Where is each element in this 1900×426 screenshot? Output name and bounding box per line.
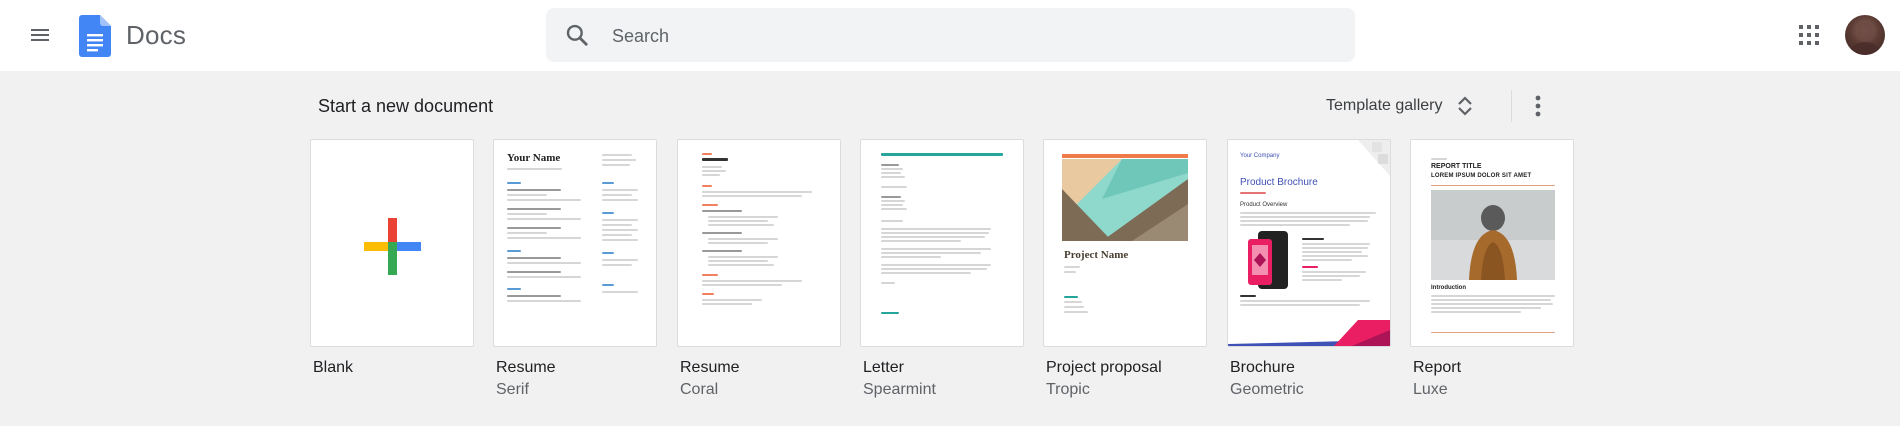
- template-resume-coral[interactable]: Resume Coral: [677, 139, 843, 399]
- preview-geometric-footer: [1228, 320, 1390, 346]
- template-subtitle: Serif: [496, 381, 529, 398]
- unfold-more-icon: [1457, 96, 1472, 116]
- preview-phone-image: [1248, 231, 1288, 289]
- preview-heading: Your Name: [507, 152, 561, 164]
- app-title[interactable]: Docs: [126, 20, 186, 51]
- template-brochure-geometric[interactable]: Your Company Product Brochure Product Ov…: [1227, 139, 1393, 399]
- template-name: Letter: [863, 359, 904, 376]
- template-subtitle: Luxe: [1413, 381, 1448, 398]
- template-project-proposal-tropic[interactable]: Project Name Project proposal Tropic: [1043, 139, 1209, 399]
- preview-heading: Project Name: [1064, 249, 1129, 261]
- template-gallery-button[interactable]: Template gallery: [1326, 88, 1475, 124]
- preview-heading: Product Brochure: [1240, 177, 1318, 188]
- template-subtitle: Geometric: [1230, 381, 1304, 398]
- preview-section: Product Overview: [1240, 202, 1288, 208]
- search-input[interactable]: [610, 8, 1334, 64]
- preview-company: Your Company: [1240, 153, 1280, 159]
- template-thumbnail[interactable]: Project Name: [1043, 139, 1207, 347]
- template-thumbnail[interactable]: [860, 139, 1024, 347]
- docs-logo-icon[interactable]: [79, 15, 111, 57]
- template-thumbnail[interactable]: [677, 139, 841, 347]
- top-bar: Docs: [0, 0, 1900, 71]
- preview-photo: [1431, 190, 1555, 280]
- template-thumbnail[interactable]: [310, 139, 474, 347]
- preview-heading: REPORT TITLE: [1431, 163, 1482, 170]
- plus-icon: [364, 218, 421, 275]
- template-resume-serif[interactable]: Your Name Resume Serif: [493, 139, 659, 399]
- template-blank[interactable]: Blank: [310, 139, 476, 381]
- template-subtitle: Tropic: [1046, 381, 1090, 398]
- template-gallery-label: Template gallery: [1326, 97, 1443, 114]
- account-avatar[interactable]: [1845, 15, 1885, 55]
- preview-section: Introduction: [1431, 285, 1466, 291]
- template-letter-spearmint[interactable]: Letter Spearmint: [860, 139, 1026, 399]
- search-bar[interactable]: [546, 8, 1355, 64]
- main-menu-button[interactable]: [18, 15, 62, 55]
- header-divider: [1511, 90, 1512, 122]
- template-thumbnail[interactable]: Your Name: [493, 139, 657, 347]
- apps-grid-icon[interactable]: [1794, 20, 1824, 50]
- template-subtitle: Spearmint: [863, 381, 936, 398]
- template-report-luxe[interactable]: REPORT TITLE LOREM IPSUM DOLOR SIT AMET …: [1410, 139, 1576, 399]
- section-title: Start a new document: [318, 96, 494, 116]
- template-thumbnail[interactable]: Your Company Product Brochure Product Ov…: [1227, 139, 1391, 347]
- template-subtitle: Coral: [680, 381, 719, 398]
- template-name: Blank: [313, 359, 354, 376]
- more-vert-icon[interactable]: [1524, 88, 1552, 124]
- preview-subheading: LOREM IPSUM DOLOR SIT AMET: [1431, 173, 1532, 179]
- template-thumbnail[interactable]: REPORT TITLE LOREM IPSUM DOLOR SIT AMET …: [1410, 139, 1574, 347]
- template-name: Resume: [496, 359, 556, 376]
- preview-geometric-corner: [1358, 140, 1390, 176]
- preview-illustration: [1062, 159, 1188, 241]
- template-name: Report: [1413, 359, 1462, 376]
- menu-icon: [31, 29, 49, 41]
- template-name: Project proposal: [1046, 359, 1162, 376]
- search-icon[interactable]: [564, 22, 590, 48]
- template-name: Brochure: [1230, 359, 1295, 376]
- template-name: Resume: [680, 359, 740, 376]
